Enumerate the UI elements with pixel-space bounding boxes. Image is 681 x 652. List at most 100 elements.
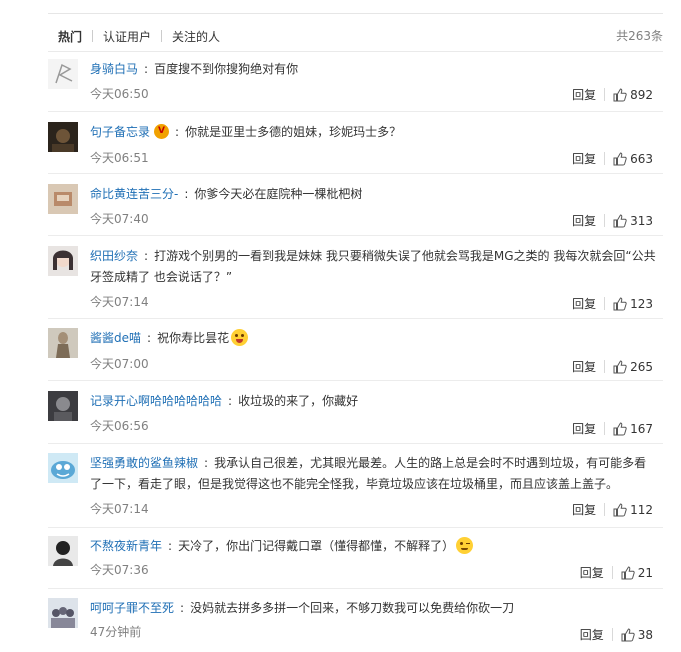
reply-button[interactable]: 回复 [580,626,604,643]
comment-text: 天冷了，你出门记得戴口罩（懂得都懂，不解释了） [178,539,455,553]
action-separator [604,152,606,165]
top-divider [48,13,663,14]
thumbs-up-icon [621,565,635,579]
like-count: 265 [630,359,653,374]
tab-separator [92,30,94,42]
action-separator [604,88,606,101]
comment-body: 身骑白马: 百度搜不到你搜狗绝对有你 [90,62,299,76]
reply-button[interactable]: 回复 [572,86,596,103]
like-count: 313 [630,213,653,228]
reply-button[interactable]: 回复 [572,358,596,375]
comment-text: 收垃圾的来了，你藏好 [238,394,359,408]
comment-username[interactable]: 不熬夜新青年 [90,539,162,553]
action-separator [611,628,613,641]
reply-button[interactable]: 回复 [572,212,596,229]
like-button[interactable]: 663 [613,152,653,166]
comment-item: 酱酱de喵: 祝你寿比昙花 今天07:00 回复 265 [48,328,663,381]
comment-actions: 回复 892 [572,86,653,103]
like-button[interactable]: 112 [613,503,653,517]
action-separator [604,360,606,373]
comment-time: 今天07:40 [90,212,149,226]
comment-body: 酱酱de喵: 祝你寿比昙花 [90,328,658,349]
tab-hot[interactable]: 热门 [58,28,82,45]
comment-username[interactable]: 织田纱奈 [90,249,138,263]
tongue-emoji-icon [231,329,249,346]
comment-time: 今天07:14 [90,295,149,309]
comment-body: 命比黄连苦三分-: 你爹今天必在庭院种一棵枇杷树 [90,187,363,201]
comment-text: 你爹今天必在庭院种一棵枇杷树 [194,187,363,201]
comment-username[interactable]: 酱酱de喵 [90,331,141,345]
comment-actions: 回复 663 [572,150,653,167]
comment-username[interactable]: 坚强勇敢的鲨鱼辣椒 [90,456,198,470]
comment-item: 呵呵子罪不至死: 没妈就去拼多多拼一个回来，不够刀数我可以免费给你砍一刀 47分钟… [48,598,663,648]
comment-text: 祝你寿比昙花 [157,331,230,345]
like-button[interactable]: 38 [621,628,653,642]
like-button[interactable]: 313 [613,214,653,228]
like-count: 38 [637,627,653,642]
reply-button[interactable]: 回复 [572,501,596,518]
reply-button[interactable]: 回复 [572,150,596,167]
like-button[interactable]: 123 [613,297,653,311]
thumbs-up-icon [613,421,627,435]
comment-divider [48,173,663,174]
comment-actions: 回复 123 [572,295,653,312]
like-button[interactable]: 265 [613,360,653,374]
thumbs-up-icon [621,627,635,641]
action-separator [604,503,606,516]
comment-divider [48,443,663,444]
user-avatar[interactable] [48,184,78,214]
action-separator [604,214,606,227]
user-avatar[interactable] [48,536,78,566]
comment-item: 句子备忘录:你就是亚里士多德的姐妹，珍妮玛士多？ 今天06:51 回复 663 [48,122,663,174]
user-avatar[interactable] [48,453,78,483]
tabs-divider [48,51,663,52]
action-separator [611,566,613,579]
thumbs-up-icon [613,296,627,310]
user-avatar[interactable] [48,598,78,628]
comment-actions: 回复 21 [580,564,653,581]
reply-button[interactable]: 回复 [572,295,596,312]
comment-username[interactable]: 命比黄连苦三分- [90,187,178,201]
like-count: 663 [630,151,653,166]
user-avatar[interactable] [48,246,78,276]
comment-body: 记录开心啊哈哈哈哈哈哈: 收垃圾的来了，你藏好 [90,394,359,408]
comment-username[interactable]: 句子备忘录 [90,125,150,139]
like-button[interactable]: 167 [613,422,653,436]
comment-text: 你就是亚里士多德的姐妹，珍妮玛士多？ [185,125,402,139]
user-avatar[interactable] [48,391,78,421]
thumbs-up-icon [613,87,627,101]
verified-badge-icon [154,124,170,139]
comment-actions: 回复 167 [572,420,653,437]
comment-body: 呵呵子罪不至死: 没妈就去拼多多拼一个回来，不够刀数我可以免费给你砍一刀 [90,601,515,615]
reply-button[interactable]: 回复 [572,420,596,437]
comment-time: 今天07:14 [90,502,149,516]
comment-divider [48,111,663,112]
like-button[interactable]: 892 [613,88,653,102]
like-button[interactable]: 21 [621,566,653,580]
like-count: 21 [637,565,653,580]
comment-body: 不熬夜新青年: 天冷了，你出门记得戴口罩（懂得都懂，不解释了） [90,536,658,557]
comment-body: 坚强勇敢的鲨鱼辣椒: 我承认自己很差，尤其眼光最差。人生的路上总是会时不时遇到垃圾… [90,456,647,491]
comment-actions: 回复 112 [572,501,653,518]
comment-actions: 回复 313 [572,212,653,229]
user-avatar[interactable] [48,122,78,152]
like-count: 167 [630,421,653,436]
thumbs-up-icon [613,502,627,516]
user-avatar[interactable] [48,59,78,89]
thumbs-up-icon [613,151,627,165]
comment-username[interactable]: 呵呵子罪不至死 [90,601,174,615]
comment-time: 47分钟前 [90,625,142,639]
comment-username[interactable]: 身骑白马 [90,62,138,76]
comment-text: 百度搜不到你搜狗绝对有你 [154,62,299,76]
tab-following[interactable]: 关注的人 [172,28,220,45]
comment-username[interactable]: 记录开心啊哈哈哈哈哈哈 [90,394,222,408]
wink-emoji-icon [456,537,474,554]
like-count: 123 [630,296,653,311]
user-avatar[interactable] [48,328,78,358]
tab-verified-users[interactable]: 认证用户 [103,28,151,45]
comment-item: 织田纱奈: 打游戏个别男的一看到我是妹妹 我只要稍微失误了他就会骂我是MG之类的 … [48,246,663,319]
comment-item: 不熬夜新青年: 天冷了，你出门记得戴口罩（懂得都懂，不解释了） 今天07:36 回… [48,536,663,589]
comment-divider [48,235,663,236]
reply-button[interactable]: 回复 [580,564,604,581]
like-count: 892 [630,87,653,102]
